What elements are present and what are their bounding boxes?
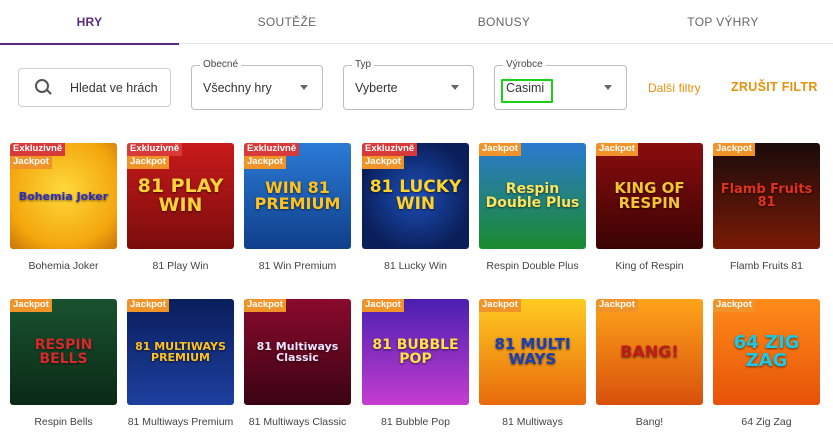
jackpot-badge: Jackpot — [713, 143, 755, 156]
maker-select-value: Casimi — [506, 81, 545, 95]
jackpot-badge: Jackpot — [362, 156, 404, 169]
game-title[interactable]: 81 Multiways Premium — [121, 415, 240, 430]
type-select-value: Vyberte — [355, 81, 398, 95]
game-thumbnail[interactable]: KING OF RESPIN Jackpot — [596, 143, 703, 249]
game-logo: Respin Double Plus — [485, 181, 580, 211]
jackpot-badge: Jackpot — [596, 143, 638, 156]
jackpot-badge: Jackpot — [10, 299, 52, 312]
exclusive-badge: Exkluzivně — [362, 143, 418, 156]
search-icon — [34, 78, 54, 98]
jackpot-badge: Jackpot — [596, 299, 638, 312]
type-select-label: Typ — [352, 59, 375, 70]
game-thumbnail[interactable]: 81 MULTIWAYS PREMIUM Jackpot — [127, 299, 234, 405]
caret-down-icon — [300, 85, 308, 90]
game-thumbnail[interactable]: 81 LUCKY WIN Exkluzivně Jackpot — [362, 143, 469, 249]
jackpot-badge: Jackpot — [713, 299, 755, 312]
game-title[interactable]: 81 Bubble Pop — [356, 415, 475, 430]
maker-select-label: Výrobce — [503, 59, 546, 70]
game-logo: Flamb Fruits 81 — [720, 182, 813, 210]
tab-bar: HRY SOUTĚŽE BONUSY TOP VÝHRY — [0, 0, 833, 45]
jackpot-badge: Jackpot — [10, 156, 52, 169]
game-title[interactable]: 81 Multiways — [473, 415, 592, 430]
game-title[interactable]: Bang! — [590, 415, 709, 430]
maker-select[interactable]: Výrobce Casimi — [494, 59, 627, 110]
search-box[interactable] — [18, 68, 171, 107]
game-title[interactable]: Respin Bells — [4, 415, 123, 430]
game-title[interactable]: King of Respin — [590, 259, 709, 274]
general-select[interactable]: Obecné Všechny hry — [191, 59, 323, 110]
jackpot-badge: Jackpot — [244, 299, 286, 312]
game-thumbnail[interactable]: 81 Multiways Classic Jackpot — [244, 299, 351, 405]
game-thumbnail[interactable]: Bohemia Joker Exkluzivně Jackpot — [10, 143, 117, 249]
exclusive-badge: Exkluzivně — [10, 143, 66, 156]
clear-filter-button[interactable]: ZRUŠIT FILTR — [731, 80, 818, 94]
type-select[interactable]: Typ Vyberte — [343, 59, 474, 110]
exclusive-badge: Exkluzivně — [127, 143, 183, 156]
general-select-label: Obecné — [200, 59, 242, 70]
search-input[interactable] — [70, 80, 168, 95]
caret-down-icon — [451, 85, 459, 90]
game-thumbnail[interactable]: WIN 81 PREMIUM Exkluzivně Jackpot — [244, 143, 351, 249]
game-title[interactable]: 81 Win Premium — [238, 259, 357, 274]
tab-games[interactable]: HRY — [0, 0, 179, 45]
game-thumbnail[interactable]: 81 MULTI WAYS Jackpot — [479, 299, 586, 405]
game-logo: 64 ZIG ZAG — [733, 332, 800, 371]
more-filters-link[interactable]: Další filtry — [648, 81, 701, 95]
game-thumbnail[interactable]: BANG! Jackpot — [596, 299, 703, 405]
tab-bonuses[interactable]: BONUSY — [395, 0, 613, 44]
game-logo: BANG! — [620, 342, 679, 361]
exclusive-badge: Exkluzivně — [244, 143, 300, 156]
game-title[interactable]: 81 Multiways Classic — [238, 415, 357, 430]
game-title[interactable]: Respin Double Plus — [473, 259, 592, 274]
game-thumbnail[interactable]: Respin Double Plus Jackpot — [479, 143, 586, 249]
tab-competitions[interactable]: SOUTĚŽE — [179, 0, 395, 44]
game-title[interactable]: 81 Lucky Win — [356, 259, 475, 274]
game-thumbnail[interactable]: 81 PLAY WIN Exkluzivně Jackpot — [127, 143, 234, 249]
tab-top-wins[interactable]: TOP VÝHRY — [613, 0, 833, 44]
game-logo: KING OF RESPIN — [614, 179, 685, 212]
game-logo: RESPIN BELLS — [34, 337, 93, 367]
jackpot-badge: Jackpot — [479, 299, 521, 312]
jackpot-badge: Jackpot — [362, 299, 404, 312]
game-thumbnail[interactable]: 64 ZIG ZAG Jackpot — [713, 299, 820, 405]
caret-down-icon — [604, 85, 612, 90]
game-title[interactable]: Bohemia Joker — [4, 259, 123, 274]
jackpot-badge: Jackpot — [244, 156, 286, 169]
general-select-value: Všechny hry — [203, 81, 272, 95]
jackpot-badge: Jackpot — [479, 143, 521, 156]
game-logo: 81 BUBBLE POP — [372, 337, 459, 367]
game-title[interactable]: Flamb Fruits 81 — [707, 259, 826, 274]
jackpot-badge: Jackpot — [127, 156, 169, 169]
game-logo: 81 Multiways Classic — [256, 340, 339, 364]
game-thumbnail[interactable]: Flamb Fruits 81 Jackpot — [713, 143, 820, 249]
game-title[interactable]: 64 Zig Zag — [707, 415, 826, 430]
game-thumbnail[interactable]: 81 BUBBLE POP Jackpot — [362, 299, 469, 405]
game-title[interactable]: 81 Play Win — [121, 259, 240, 274]
game-thumbnail[interactable]: RESPIN BELLS Jackpot — [10, 299, 117, 405]
game-logo: 81 MULTIWAYS PREMIUM — [135, 340, 226, 364]
jackpot-badge: Jackpot — [127, 299, 169, 312]
game-logo: 81 MULTI WAYS — [494, 335, 571, 368]
